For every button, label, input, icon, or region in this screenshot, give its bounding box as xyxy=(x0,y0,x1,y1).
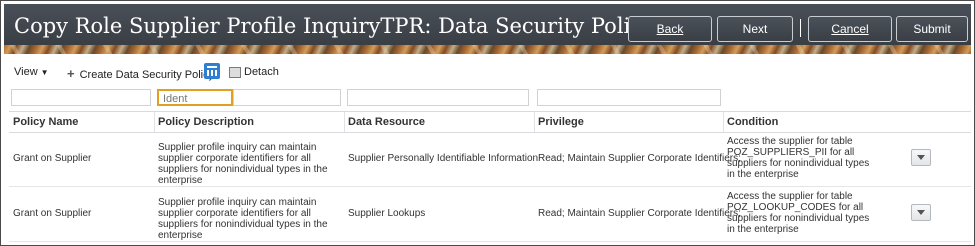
cancel-button[interactable]: Cancel xyxy=(808,16,892,42)
column-header-policy-description[interactable]: Policy Description xyxy=(158,116,254,128)
column-header-condition[interactable]: Condition xyxy=(727,116,778,128)
row-actions-button[interactable] xyxy=(911,149,931,166)
cell-condition: Access the supplier for table POZ_LOOKUP… xyxy=(727,191,870,235)
column-header-privilege[interactable]: Privilege xyxy=(538,116,584,128)
row-actions-button[interactable] xyxy=(911,204,931,221)
header-separator xyxy=(800,19,801,37)
policy-name-filter[interactable] xyxy=(11,89,151,106)
submit-button-label: Submit xyxy=(913,22,951,36)
filter-row: Ident xyxy=(9,87,971,111)
cell-privilege: Read; Maintain Supplier Corporate Identi… xyxy=(538,208,741,219)
detach-icon[interactable] xyxy=(229,67,241,78)
cell-policy-description: Supplier profile inquiry can maintain su… xyxy=(158,142,328,186)
caret-down-icon: ▼ xyxy=(40,68,49,77)
create-label: Create Data Security Policy xyxy=(79,69,215,81)
plus-icon: + xyxy=(67,66,75,81)
cell-data-resource: Supplier Personally Identifiable Informa… xyxy=(348,153,539,164)
policy-description-filter-extension[interactable] xyxy=(233,89,341,106)
cell-privilege: Read; Maintain Supplier Corporate Identi… xyxy=(538,153,741,164)
back-button[interactable]: Back xyxy=(628,16,712,42)
cell-policy-description: Supplier profile inquiry can maintain su… xyxy=(158,197,328,241)
cell-condition: Access the supplier for table POZ_SUPPLI… xyxy=(727,136,870,180)
data-resource-filter[interactable] xyxy=(347,89,529,106)
policy-description-filter[interactable]: Ident xyxy=(157,89,233,106)
cancel-button-label: Cancel xyxy=(831,22,869,36)
column-divider xyxy=(534,112,535,132)
cell-policy-name: Grant on Supplier xyxy=(13,208,92,219)
view-menu[interactable]: View ▼ xyxy=(14,66,49,78)
chevron-down-icon xyxy=(917,210,925,215)
create-data-security-policy-button[interactable]: + Create Data Security Policy xyxy=(67,66,214,81)
column-divider xyxy=(723,112,724,132)
detach-button[interactable]: Detach xyxy=(244,66,279,78)
next-button-label: Next xyxy=(742,22,768,36)
cell-data-resource: Supplier Lookups xyxy=(348,208,426,219)
cell-policy-name: Grant on Supplier xyxy=(13,153,92,164)
table-row[interactable]: Grant on Supplier Supplier profile inqui… xyxy=(9,187,971,242)
page-header: Copy Role Supplier Profile InquiryTPR: D… xyxy=(4,4,971,54)
header-decoration-overlay xyxy=(4,45,971,54)
next-button[interactable]: Next xyxy=(717,16,793,42)
column-divider xyxy=(344,112,345,132)
table-row[interactable]: Grant on Supplier Supplier profile inqui… xyxy=(9,132,971,187)
page-frame: Copy Role Supplier Profile InquiryTPR: D… xyxy=(0,0,975,246)
column-header-policy-name[interactable]: Policy Name xyxy=(13,116,78,128)
data-security-policies-table: Policy Name Policy Description Data Reso… xyxy=(9,111,971,242)
page-title: Copy Role Supplier Profile InquiryTPR: D… xyxy=(14,14,672,38)
privilege-filter[interactable] xyxy=(537,89,721,106)
chevron-down-icon xyxy=(917,155,925,160)
column-header-data-resource[interactable]: Data Resource xyxy=(348,116,425,128)
view-menu-label: View xyxy=(14,66,38,78)
submit-button[interactable]: Submit xyxy=(896,16,968,42)
back-button-label: Back xyxy=(656,22,684,36)
detach-label: Detach xyxy=(244,66,279,78)
table-header-row: Policy Name Policy Description Data Reso… xyxy=(9,112,971,133)
freeze-columns-icon[interactable] xyxy=(204,63,220,79)
table-toolbar: View ▼ + Create Data Security Policy Detac… xyxy=(4,57,971,85)
column-divider xyxy=(154,112,155,132)
